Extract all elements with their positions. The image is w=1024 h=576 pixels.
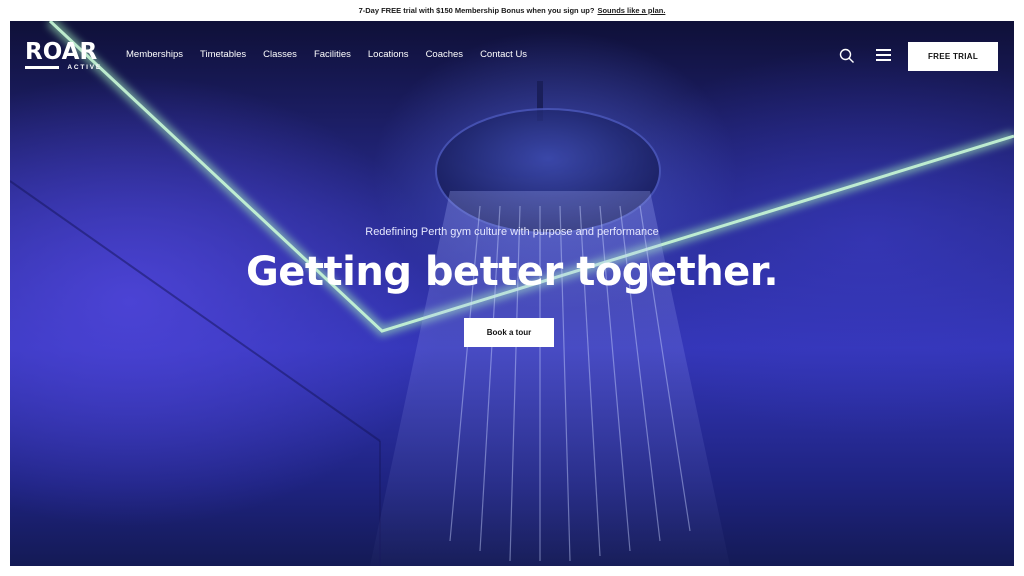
nav-item-timetables[interactable]: Timetables — [200, 49, 246, 60]
book-tour-button[interactable]: Book a tour — [464, 318, 554, 347]
announcement-link[interactable]: Sounds like a plan. — [597, 6, 665, 15]
free-trial-button[interactable]: FREE TRIAL — [908, 42, 998, 71]
hero-section: ROAR ACTIVE Memberships Timetables Class… — [10, 21, 1014, 566]
hero-headline: Getting better together. — [245, 249, 779, 295]
announcement-bar: 7-Day FREE trial with $150 Membership Bo… — [0, 0, 1024, 21]
logo-wordmark: ROAR — [25, 39, 98, 65]
roar-active-logo[interactable]: ROAR ACTIVE — [25, 41, 105, 73]
search-icon[interactable] — [839, 48, 855, 64]
nav-item-coaches[interactable]: Coaches — [426, 49, 464, 60]
main-navigation: ROAR ACTIVE Memberships Timetables Class… — [10, 21, 1014, 91]
nav-menu: Memberships Timetables Classes Facilitie… — [126, 49, 544, 60]
hero-tagline: Redefining Perth gym culture with purpos… — [365, 226, 659, 238]
logo-underline — [25, 66, 59, 69]
nav-item-contact-us[interactable]: Contact Us — [480, 49, 527, 60]
nav-item-facilities[interactable]: Facilities — [314, 49, 351, 60]
nav-item-memberships[interactable]: Memberships — [126, 49, 183, 60]
nav-item-locations[interactable]: Locations — [368, 49, 409, 60]
announcement-text: 7-Day FREE trial with $150 Membership Bo… — [358, 6, 595, 15]
logo-subtext: ACTIVE — [67, 64, 102, 71]
nav-item-classes[interactable]: Classes — [263, 49, 297, 60]
menu-icon[interactable] — [876, 49, 892, 62]
